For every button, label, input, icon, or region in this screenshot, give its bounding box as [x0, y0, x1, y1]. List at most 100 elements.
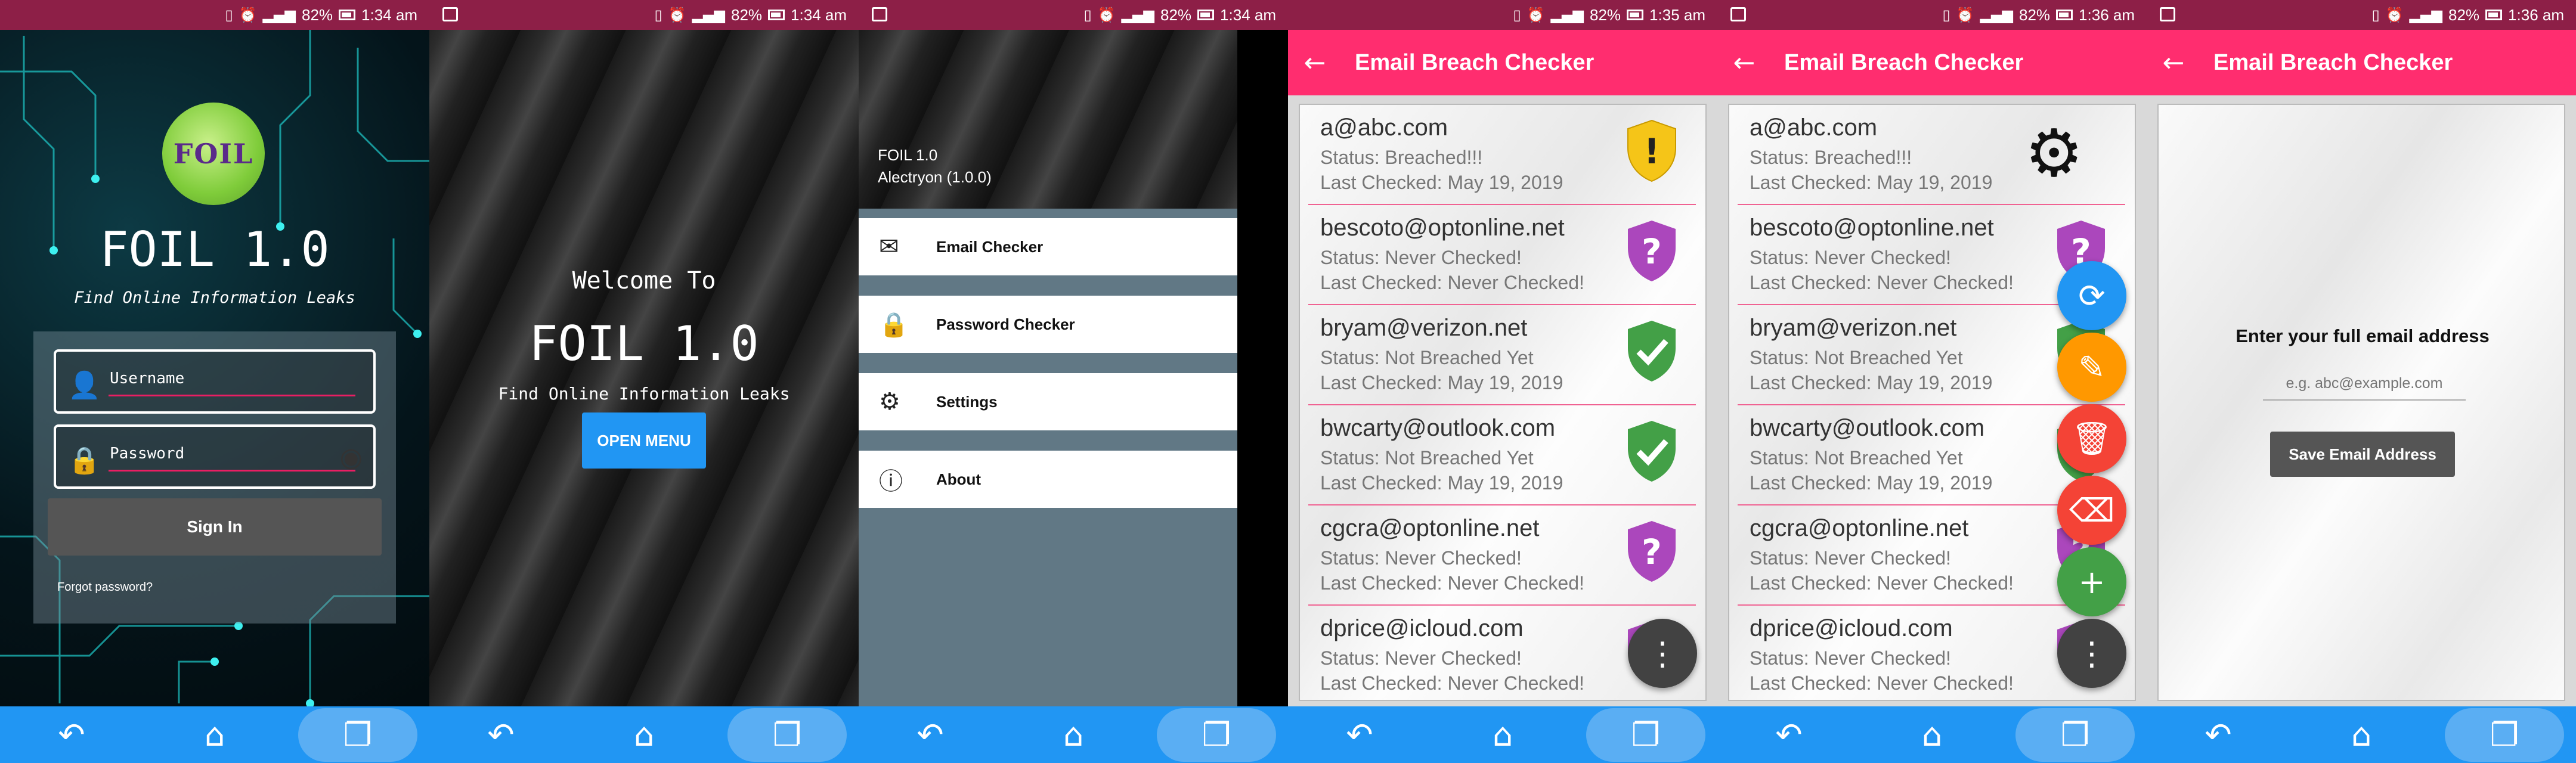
image-notification-icon [2160, 7, 2175, 21]
email-last-checked: Last Checked: May 19, 2019 [1320, 372, 1563, 393]
svg-text:!: ! [1644, 131, 1659, 172]
back-nav-icon[interactable]: ↶ [441, 708, 561, 762]
email-address: dprice@icloud.com [1750, 615, 1953, 641]
image-notification-icon [1730, 7, 1746, 21]
menu-item-email-checker[interactable]: ✉ Email Checker [859, 218, 1237, 275]
visibility-off-icon[interactable]: ◉ [340, 442, 363, 473]
vibrate-icon: ▯ [1083, 7, 1092, 23]
email-last-checked: Last Checked: Never Checked! [1750, 272, 2014, 293]
home-nav-icon[interactable]: ⌂ [155, 708, 274, 762]
email-address: bryam@verizon.net [1750, 315, 1957, 341]
shield-warning-icon: ! [1627, 119, 1676, 182]
open-menu-button[interactable]: OPEN MENU [582, 412, 706, 469]
email-status: Status: Not Breached Yet [1320, 347, 1534, 368]
app-title: FOIL 1.0 [100, 222, 330, 277]
save-email-button[interactable]: Save Email Address [2270, 432, 2455, 477]
battery-icon [1627, 10, 1644, 20]
status-bar: ▯ ⏰ ▂▄▆ 82% 1:34 am [859, 0, 1288, 30]
drawer-app-name: FOIL 1.0 [878, 146, 938, 164]
list-item[interactable]: a@abc.com Status: Breached!!! Last Check… [1308, 105, 1696, 205]
email-address: cgcra@optonline.net [1320, 515, 1540, 541]
list-item[interactable]: a@abc.com Status: Breached!!! Last Check… [1738, 105, 2125, 205]
list-item[interactable]: bryam@verizon.net Status: Not Breached Y… [1308, 305, 1696, 405]
battery-percent: 82% [731, 5, 763, 24]
home-nav-icon[interactable]: ⌂ [584, 708, 704, 762]
battery-icon [2056, 10, 2073, 20]
add-email-form: Enter your full email address Save Email… [2157, 104, 2565, 701]
username-field[interactable]: 👤 Username [54, 349, 376, 414]
email-prompt-label: Enter your full email address [2236, 325, 2490, 346]
back-nav-icon[interactable]: ↶ [871, 708, 990, 762]
delete-all-fab[interactable]: ⌫ [2057, 476, 2126, 545]
home-nav-icon[interactable]: ⌂ [1443, 708, 1562, 762]
alarm-icon: ⏰ [1527, 7, 1545, 23]
nav-bar: ↶ ⌂ ❐ [0, 706, 429, 763]
back-nav-icon[interactable]: ↶ [12, 708, 131, 762]
drawer-header: FOIL 1.0 Alectryon (1.0.0) [859, 30, 1237, 209]
welcome-screen: ▯ ⏰ ▂▄▆ 82% 1:34 am Welcome To FOIL 1.0 … [429, 0, 859, 763]
home-nav-icon[interactable]: ⌂ [1872, 708, 1992, 762]
email-list-screen: ▯ ⏰ ▂▄▆ 82% 1:35 am ← Email Breach Check… [1288, 0, 1717, 763]
email-status: Status: Not Breached Yet [1750, 347, 1963, 368]
refresh-fab[interactable]: ⟳ [2057, 261, 2126, 330]
email-address: bwcarty@outlook.com [1320, 415, 1556, 441]
back-arrow-icon[interactable]: ← [1288, 48, 1342, 78]
menu-item-settings[interactable]: ⚙ Settings [859, 373, 1237, 430]
back-arrow-icon[interactable]: ← [1717, 48, 1771, 78]
email-last-checked: Last Checked: Never Checked! [1320, 572, 1584, 594]
battery-icon [2485, 10, 2503, 20]
email-last-checked: Last Checked: May 19, 2019 [1320, 172, 1563, 193]
edit-fab[interactable]: ✎ [2057, 333, 2126, 402]
recents-nav-icon[interactable]: ❐ [1157, 708, 1276, 762]
back-nav-icon[interactable]: ↶ [1300, 708, 1419, 762]
clock: 1:36 am [2079, 5, 2135, 24]
menu-item-about[interactable]: ⓘ About [859, 451, 1237, 508]
email-last-checked: Last Checked: May 19, 2019 [1750, 172, 1993, 193]
shield-question-icon: ? [1628, 221, 1676, 281]
back-arrow-icon[interactable]: ← [2147, 48, 2200, 78]
email-list: a@abc.com Status: Breached!!! Last Check… [1299, 104, 1707, 701]
more-options-fab[interactable]: ⋮ [2057, 619, 2126, 688]
email-last-checked: Last Checked: Never Checked! [1750, 672, 2014, 694]
recents-nav-icon[interactable]: ❐ [2015, 708, 2135, 762]
navigation-drawer: FOIL 1.0 Alectryon (1.0.0) ✉ Email Check… [859, 0, 1237, 763]
password-input[interactable]: Password [110, 445, 184, 463]
recents-nav-icon[interactable]: ❐ [1586, 708, 1705, 762]
recents-nav-icon[interactable]: ❐ [727, 708, 847, 762]
welcome-title: FOIL 1.0 [529, 316, 759, 371]
email-last-checked: Last Checked: May 19, 2019 [1320, 472, 1563, 494]
more-options-fab[interactable]: ⋮ [1628, 619, 1697, 688]
back-nav-icon[interactable]: ↶ [2159, 708, 2278, 762]
email-input[interactable] [2263, 367, 2466, 401]
add-fab[interactable]: + [2057, 547, 2126, 616]
recents-nav-icon[interactable]: ❐ [298, 708, 417, 762]
battery-percent: 82% [2448, 5, 2480, 24]
email-address: a@abc.com [1750, 114, 1878, 141]
list-item[interactable]: bwcarty@outlook.com Status: Not Breached… [1308, 405, 1696, 505]
username-input[interactable]: Username [110, 370, 184, 387]
back-nav-icon[interactable]: ↶ [1729, 708, 1849, 762]
forgot-password-link[interactable]: Forgot password? [57, 581, 153, 594]
svg-text:?: ? [1642, 532, 1662, 572]
sign-in-button[interactable]: Sign In [48, 498, 382, 556]
menu-item-password-checker[interactable]: 🔒 Password Checker [859, 296, 1237, 353]
recents-nav-icon[interactable]: ❐ [2445, 708, 2564, 762]
image-notification-icon [872, 7, 887, 21]
home-nav-icon[interactable]: ⌂ [2302, 708, 2421, 762]
email-address: bescoto@optonline.net [1320, 215, 1565, 241]
app-bar: ← Email Breach Checker [1717, 30, 2147, 95]
email-address: dprice@icloud.com [1320, 615, 1524, 641]
info-icon: ⓘ [879, 468, 903, 495]
clock: 1:34 am [1220, 5, 1276, 24]
gear-icon[interactable]: ⚙ [2024, 120, 2083, 186]
signal-icon: ▂▄▆ [1550, 7, 1584, 23]
svg-text:?: ? [1642, 231, 1662, 272]
list-item[interactable]: cgcra@optonline.net Status: Never Checke… [1308, 505, 1696, 606]
password-field[interactable]: 🔒 Password ◉ [54, 424, 376, 489]
list-item[interactable]: bescoto@optonline.net Status: Never Chec… [1308, 205, 1696, 305]
alarm-icon: ⏰ [668, 7, 686, 23]
home-nav-icon[interactable]: ⌂ [1014, 708, 1133, 762]
delete-fab[interactable]: 🗑 [2057, 404, 2126, 473]
add-email-area: Enter your full email address Save Email… [2147, 95, 2576, 706]
menu-item-label: Settings [936, 392, 998, 411]
